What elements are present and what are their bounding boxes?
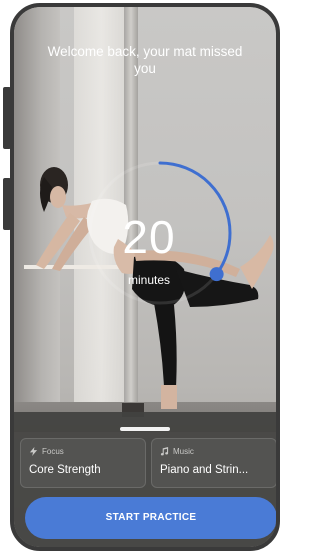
welcome-heading: Welcome back, your mat missed you	[47, 44, 243, 76]
app-screen: Welcome back, your mat missed you 20 min…	[14, 7, 276, 547]
sheet-drag-handle[interactable]	[120, 427, 170, 431]
music-value: Piano and Strin...	[160, 464, 249, 476]
music-caption: Music	[173, 447, 194, 456]
lightning-icon	[29, 447, 38, 456]
focus-value: Core Strength	[29, 464, 101, 476]
focus-caption: Focus	[42, 447, 64, 456]
focus-selector[interactable]: Focus Core Strength	[20, 438, 146, 488]
timer-drag-handle[interactable]	[209, 267, 224, 282]
timer-value: 20	[122, 211, 176, 263]
music-note-icon	[160, 447, 169, 456]
phone-frame: Welcome back, your mat missed you 20 min…	[10, 3, 280, 551]
music-selector[interactable]: Music Piano and Strin...	[151, 438, 276, 488]
start-practice-button[interactable]: START PRACTICE	[25, 497, 276, 539]
timer-unit-label: minutes	[127, 273, 171, 287]
